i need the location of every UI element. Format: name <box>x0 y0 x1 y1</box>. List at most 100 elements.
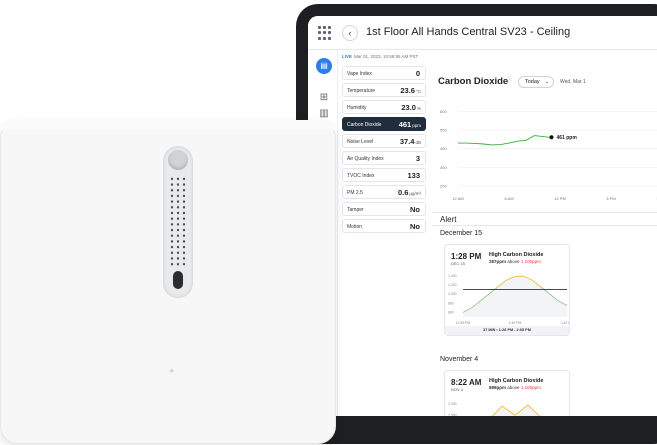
info-icon[interactable]: ⓘ <box>507 76 512 83</box>
device-button <box>168 150 188 170</box>
alert-group-date: December 15 <box>440 230 483 237</box>
sensor-value-number: 23.0 <box>401 103 416 112</box>
sensor-value-number: 133 <box>407 171 420 180</box>
sensor-value: 0 <box>416 69 421 78</box>
sensor-value: 133 <box>407 171 421 180</box>
alert-name: High Carbon Dioxide <box>489 378 544 384</box>
device-slot <box>173 271 183 289</box>
sensor-label: Temperature <box>347 88 376 94</box>
alert-time: 8:22 AM <box>451 378 482 387</box>
alert-group-date: November 4 <box>440 356 479 363</box>
sensor-unit: % <box>416 106 421 111</box>
x-tick-label: 6 AM <box>504 196 513 201</box>
tablet-screen: ‹ 1st Floor All Hands Central SV23 - Cei… <box>308 16 657 416</box>
sensor-value-number: 3 <box>415 154 420 163</box>
alert-section-header: Alert <box>432 212 657 226</box>
alert-chart: 2,0001,5001,000 <box>448 402 541 416</box>
alert-duration: 37 MIN • 1:28 PM - 2:05 PM <box>445 326 569 335</box>
y-tick-label: 800 <box>448 301 454 305</box>
timestamp: Mar 01, 2023, 10:56:55 AM PST <box>354 54 419 59</box>
sensor-label: PM 2.5 <box>347 190 363 196</box>
grid-icon[interactable]: ⊞ <box>318 92 330 104</box>
alert-threshold: 1,100ppm <box>520 385 541 390</box>
alert-chart: 1,400 1,200 1,000 800 600 12:52 PM 1:49 PM 2:40… <box>448 274 570 325</box>
sensor-row[interactable]: Vape Index 0 <box>342 66 426 80</box>
sensor-label: Carbon Dioxide <box>347 122 382 128</box>
sensor-row[interactable]: TVOC Index 133 <box>342 168 426 182</box>
sensor-label: Noise Level <box>347 139 374 145</box>
sensor-label: TVOC Index <box>347 173 375 179</box>
sensor-value: 23.6°C <box>400 86 421 95</box>
sensor-value: 0.6µg/m³ <box>398 188 421 197</box>
sensor-value: No <box>410 222 421 231</box>
alert-card[interactable]: 8:22 AM NOV 4 High Carbon Dioxide 889ppm… <box>444 370 570 416</box>
sensor-row[interactable]: Motion No <box>342 219 426 233</box>
alert-detail: 287ppm above 1,100ppm <box>489 259 541 264</box>
alert-area <box>492 404 540 416</box>
alert-card[interactable]: 1:28 PM DEC 15 High Carbon Dioxide 287pp… <box>444 244 570 336</box>
sensor-row[interactable]: Air Quality Index 3 <box>342 151 426 165</box>
y-tick-label: 500 <box>440 128 447 133</box>
chart-icon[interactable]: ▥ <box>318 108 330 120</box>
chart-title: Carbon Dioxide <box>438 76 509 87</box>
sensor-list: LIVE Mar 01, 2023, 10:56:55 AM PST Vape I… <box>338 50 430 416</box>
sensor-row[interactable]: Noise Level 37.4dB <box>342 134 426 148</box>
sensor-row[interactable]: PM 2.5 0.6µg/m³ <box>342 185 426 199</box>
alert-above: above <box>507 259 520 264</box>
live-timestamp: LIVE Mar 01, 2023, 10:56:55 AM PST <box>342 54 418 59</box>
co2-series-line <box>458 135 552 146</box>
x-tick-label: 2:40 PM <box>561 321 570 325</box>
chart-date: Wed, Mar 1 <box>560 79 586 85</box>
sensor-icon[interactable]: ▤ <box>316 58 332 74</box>
alert-threshold: 1,100ppm <box>520 259 541 264</box>
alert-detail: 889ppm above 1,100ppm <box>489 385 541 390</box>
sensor-value-number: 461 <box>398 120 412 129</box>
sensor-value: 37.4dB <box>400 137 421 146</box>
sensor-row[interactable]: Temperature 23.6°C <box>342 83 426 97</box>
sensor-value-number: 0.6 <box>397 188 409 197</box>
sensor-value: 23.0% <box>401 103 421 112</box>
y-tick-label: 1,200 <box>448 283 457 287</box>
sensor-label: Vape Index <box>347 71 372 77</box>
product-photo: ‹ 1st Floor All Hands Central SV23 - Cei… <box>0 0 657 445</box>
y-tick-label: 200 <box>440 184 447 189</box>
back-button[interactable]: ‹ <box>342 25 358 41</box>
device-top-edge <box>0 120 336 130</box>
co2-line-chart: 60050040030020012 AM6 AM12 PM6 PM12 AM46… <box>440 109 657 201</box>
sensor-unit: °C <box>415 89 421 94</box>
app-grid-icon[interactable] <box>318 26 332 40</box>
y-tick-label: 1,000 <box>448 292 457 296</box>
x-tick-label: 12 PM <box>554 196 566 201</box>
sensor-row[interactable]: Carbon Dioxide 461ppm <box>342 117 426 131</box>
chevron-down-icon: ⌄ <box>544 79 549 85</box>
sensor-label: Air Quality Index <box>347 156 384 162</box>
sensor-value-number: No <box>410 205 420 214</box>
y-tick-label: 1,500 <box>448 413 457 416</box>
y-tick-label: 600 <box>448 311 454 315</box>
alert-day: NOV 4 <box>451 387 464 392</box>
sensor-row[interactable]: Tamper No <box>342 202 426 216</box>
range-select-value: Today <box>525 79 540 85</box>
range-select[interactable]: Today ⌄ <box>518 76 554 88</box>
alert-amount: 287ppm <box>489 259 507 264</box>
y-tick-label: 2,000 <box>448 402 457 406</box>
sensor-label: Tamper <box>347 207 364 213</box>
sensor-value-number: 23.6 <box>400 86 415 95</box>
sensor-value-number: 37.4 <box>399 137 415 146</box>
y-tick-label: 600 <box>440 109 447 114</box>
sensor-label: Humidity <box>347 105 367 111</box>
page-title: 1st Floor All Hands Central SV23 - Ceili… <box>366 26 571 38</box>
y-tick-label: 400 <box>440 146 447 151</box>
sensor-value: No <box>410 205 421 214</box>
alert-name: High Carbon Dioxide <box>489 252 544 258</box>
top-bar: ‹ 1st Floor All Hands Central SV23 - Cei… <box>308 16 657 50</box>
sensor-row[interactable]: Humidity 23.0% <box>342 100 426 114</box>
sensor-unit: ppm <box>412 123 421 128</box>
current-value-dot <box>549 135 554 140</box>
x-tick-label: 12 AM <box>452 196 463 201</box>
sensor-unit: dB <box>415 140 421 145</box>
sensor-value: 461ppm <box>399 120 421 129</box>
alert-area <box>463 276 567 317</box>
x-tick-label: 12:52 PM <box>456 321 471 325</box>
y-tick-label: 1,400 <box>448 274 457 278</box>
